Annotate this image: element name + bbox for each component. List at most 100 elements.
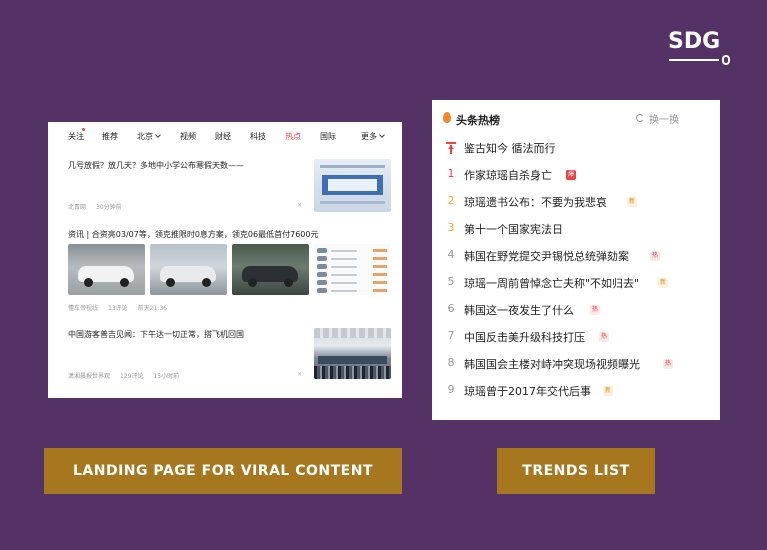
logo-mark-icon — [722, 55, 730, 65]
trend-title: 作家琼瑶自杀身亡 — [464, 169, 552, 182]
trend-item[interactable]: 1 作家琼瑶自杀身亡 爆 — [432, 167, 720, 187]
trend-rank: 7 — [447, 329, 455, 342]
article-meta: 北青网 30分钟前 — [68, 202, 132, 211]
trend-title: 韩国国会主楼对峙冲突现场视频曝光 — [464, 358, 640, 371]
nav-tab-recommend[interactable]: 推荐 — [102, 131, 118, 142]
nav-tab-international[interactable]: 国际 — [320, 131, 336, 142]
nav-tab-tech[interactable]: 科技 — [250, 131, 266, 142]
nav-tab-more-label: 更多 — [361, 132, 377, 141]
spec-row — [317, 248, 388, 254]
trends-list-screenshot: 头条热榜 换一换 鉴古知今 循法而行 1 作家琼瑶自杀身亡 爆 2 琼瑶遗书公布：不要为我… — [432, 100, 720, 420]
article-time: 15小时前 — [153, 373, 180, 380]
article-image-car[interactable] — [232, 244, 309, 295]
dismiss-icon[interactable]: ✕ — [297, 371, 302, 378]
spec-row — [317, 280, 388, 286]
trend-title: 鉴古知今 循法而行 — [464, 142, 556, 155]
trend-title: 韩国在野党提交尹锡悦总统弹劾案 — [464, 250, 629, 263]
thumb-doc-title — [320, 165, 385, 168]
thumb-doc-footer — [320, 201, 385, 204]
article-time: 前天21:36 — [137, 305, 167, 312]
trend-rank: 9 — [447, 383, 455, 396]
trend-title: 第十一个国家宪法日 — [464, 223, 563, 236]
trend-item[interactable]: 鉴古知今 循法而行 — [432, 140, 720, 160]
car-wheel — [84, 278, 93, 287]
spec-row — [317, 288, 388, 294]
article-title[interactable]: 资讯 | 合资亮03/07等，领克推限时0息方案，领克06最低首付7600元 — [68, 229, 318, 240]
trend-item[interactable]: 5 琼瑶一周前曾悼念亡夫称"不如归去" 新 — [432, 275, 720, 295]
trend-rank: 3 — [447, 221, 455, 234]
landing-page-screenshot: 关注 推荐 北京 视频 财经 科技 热点 国际 更多 几号放假？放几天？多地中小… — [48, 122, 402, 398]
trend-badge: 热 — [599, 332, 610, 342]
chevron-down-icon — [155, 132, 161, 138]
trend-item[interactable]: 2 琼瑶遗书公布：不要为我悲哀 新 — [432, 194, 720, 214]
car-wheel — [202, 278, 211, 287]
car-wheel — [284, 278, 293, 287]
car-wheel — [120, 278, 129, 287]
trend-rank: 4 — [447, 248, 455, 261]
nav-tab-finance[interactable]: 财经 — [215, 131, 231, 142]
trend-rank: 2 — [447, 194, 455, 207]
nav-tab-more[interactable]: 更多 — [361, 131, 385, 142]
trend-item[interactable]: 3 第十一个国家宪法日 — [432, 221, 720, 241]
article-title[interactable]: 几号放假？放几天？多地中小学公布寒假天数—— — [68, 160, 244, 171]
dismiss-icon[interactable]: ✕ — [297, 202, 302, 209]
thumb-doc-inner — [328, 179, 377, 191]
caption-landing: LANDING PAGE FOR VIRAL CONTENT — [44, 448, 402, 494]
car-wheel — [166, 278, 175, 287]
channel-nav: 关注 推荐 北京 视频 财经 科技 热点 国际 更多 — [48, 122, 402, 150]
trend-title: 韩国这一夜发生了什么 — [464, 304, 574, 317]
trends-title: 头条热榜 — [456, 114, 500, 127]
trend-title: 琼瑶一周前曾悼念亡夫称"不如归去" — [464, 277, 640, 290]
trend-badge: 热 — [650, 251, 661, 261]
article-thumbnail[interactable] — [314, 159, 391, 212]
refresh-button[interactable]: 换一换 — [649, 111, 679, 126]
nav-tab-follow[interactable]: 关注 — [68, 131, 84, 142]
trend-item[interactable]: 6 韩国这一夜发生了什么 热 — [432, 302, 720, 322]
spec-row — [317, 272, 388, 278]
nav-tab-beijing[interactable]: 北京 — [137, 131, 161, 142]
thumb-ceiling — [314, 328, 391, 338]
nav-tab-trending[interactable]: 热点 — [285, 131, 301, 142]
trend-badge: 新 — [658, 278, 669, 288]
article-image-car[interactable] — [150, 244, 227, 295]
trend-title: 琼瑶遗书公布：不要为我悲哀 — [464, 196, 607, 209]
trend-badge: 爆 — [566, 170, 577, 180]
trend-item[interactable]: 4 韩国在野党提交尹锡悦总统弹劾案 热 — [432, 248, 720, 268]
article-source: 北青网 — [68, 204, 87, 211]
article-meta: 懂车帝视线 13评论 前天21:36 — [68, 303, 177, 312]
spec-row — [317, 256, 388, 262]
thumb-crowd — [314, 366, 391, 379]
trend-badge: 新 — [603, 386, 614, 396]
car-wheel — [248, 278, 257, 287]
trend-badge: 热 — [590, 305, 601, 315]
thumb-counter — [318, 356, 387, 364]
trend-badge: 热 — [663, 359, 674, 369]
trend-item[interactable]: 7 中国反击美升级科技打压 热 — [432, 329, 720, 349]
article-comments: 13评论 — [108, 305, 128, 312]
trend-rank: 8 — [447, 356, 455, 369]
article-image-spec-list[interactable] — [314, 244, 391, 295]
trend-item[interactable]: 8 韩国国会主楼对峙冲突现场视频曝光 热 — [432, 356, 720, 376]
article-thumbnail[interactable] — [314, 328, 391, 379]
article-meta: 潇湘晨报世界观 129评论 15小时前 — [68, 371, 189, 380]
refresh-icon[interactable] — [636, 114, 644, 122]
fire-icon — [443, 112, 451, 123]
spec-row — [317, 264, 388, 270]
logo-text: SDG — [668, 29, 721, 54]
logo-underline — [669, 59, 719, 61]
trend-item[interactable]: 9 琼瑶曾于2017年交代后事 新 — [432, 383, 720, 403]
nav-tab-video[interactable]: 视频 — [180, 131, 196, 142]
trend-title: 中国反击美升级科技打压 — [464, 331, 585, 344]
nav-tab-beijing-label: 北京 — [137, 132, 153, 141]
trend-badge: 新 — [627, 197, 638, 207]
article-time: 30分钟前 — [96, 204, 122, 211]
chevron-down-icon — [379, 132, 385, 138]
article-image-car[interactable] — [68, 244, 145, 295]
pin-top-icon — [446, 142, 456, 154]
trend-rank: 6 — [447, 302, 455, 315]
caption-trends: TRENDS LIST — [497, 448, 655, 494]
article-source: 潇湘晨报世界观 — [68, 373, 111, 380]
article-title[interactable]: 中国游客普吉见闻：下午达一切正常，搭飞机回国 — [68, 329, 244, 340]
article-comments: 129评论 — [120, 373, 144, 380]
trend-title: 琼瑶曾于2017年交代后事 — [464, 385, 591, 398]
